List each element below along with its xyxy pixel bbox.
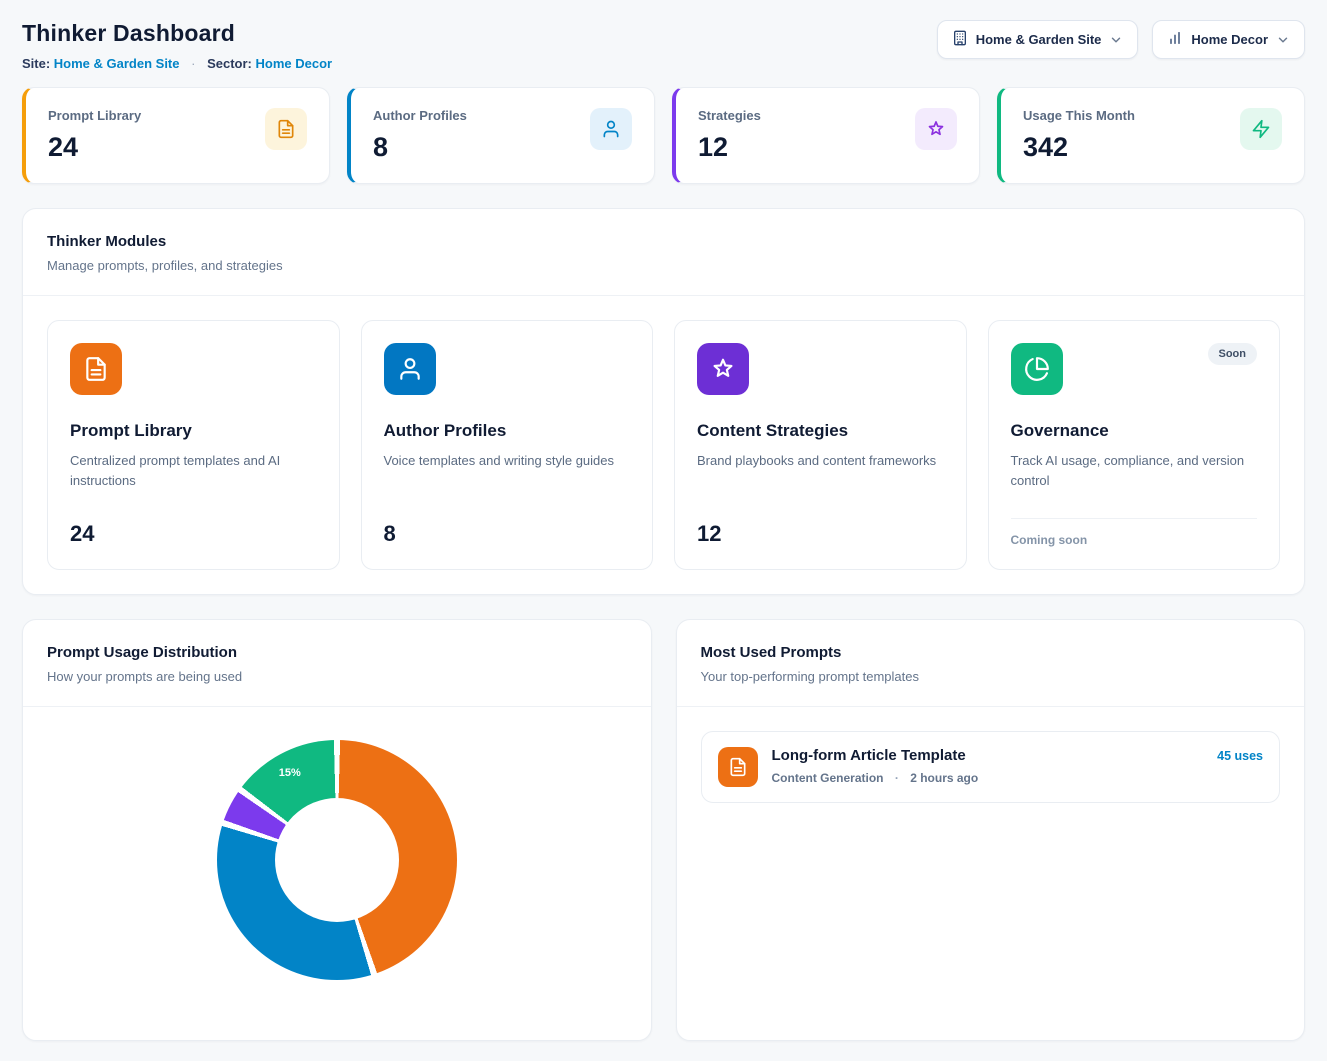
stat-label: Author Profiles (373, 108, 467, 123)
stat-value: 12 (698, 132, 761, 163)
stat-text: Usage This Month 342 (1023, 108, 1135, 163)
stat-card-author-profiles: Author Profiles 8 (347, 87, 655, 184)
module-title: Author Profiles (384, 421, 631, 441)
prompt-item-body: Long-form Article Template Content Gener… (772, 747, 1204, 785)
module-top (697, 343, 944, 395)
soon-badge: Soon (1208, 343, 1258, 365)
module-footer: Coming soon (1011, 518, 1258, 547)
stats-row: Prompt Library 24 Author Profiles 8 Stra… (22, 87, 1305, 184)
prompt-list-item[interactable]: Long-form Article Template Content Gener… (701, 731, 1281, 803)
stat-text: Prompt Library 24 (48, 108, 141, 163)
document-icon (718, 747, 758, 787)
site-selector-value: Home & Garden Site (976, 32, 1102, 47)
person-icon (590, 108, 632, 150)
sparkle-star-icon (915, 108, 957, 150)
usage-distribution-panel: Prompt Usage Distribution How your promp… (22, 619, 652, 1041)
module-top: Soon (1011, 343, 1258, 395)
divider (1011, 518, 1258, 519)
stat-value: 24 (48, 132, 141, 163)
modules-subtitle: Manage prompts, profiles, and strategies (47, 258, 1280, 273)
usage-title: Prompt Usage Distribution (47, 644, 627, 661)
top-bar: Thinker Dashboard Site: Home & Garden Si… (22, 20, 1305, 71)
pie-chart-icon (1011, 343, 1063, 395)
thinker-modules-panel: Thinker Modules Manage prompts, profiles… (22, 208, 1305, 595)
module-description: Brand playbooks and content frameworks (697, 451, 944, 471)
header-selectors: Home & Garden Site Home Decor (937, 20, 1305, 59)
stat-value: 8 (373, 132, 467, 163)
prompt-list: Long-form Article Template Content Gener… (677, 707, 1305, 827)
chevron-down-icon (1276, 33, 1290, 47)
site-link[interactable]: Home & Garden Site (54, 56, 180, 71)
stat-card-usage: Usage This Month 342 (997, 87, 1305, 184)
donut-chart-area: 15% (23, 740, 651, 1040)
module-description: Voice templates and writing style guides (384, 451, 631, 471)
lightning-icon (1240, 108, 1282, 150)
prompt-item-meta: Content Generation · 2 hours ago (772, 771, 1204, 785)
donut-chart: 15% (217, 740, 457, 980)
module-card-content-strategies[interactable]: Content Strategies Brand playbooks and c… (674, 320, 967, 570)
page-title: Thinker Dashboard (22, 20, 332, 47)
module-description: Centralized prompt templates and AI inst… (70, 451, 317, 491)
most-used-subtitle: Your top-performing prompt templates (701, 669, 1281, 684)
most-used-title: Most Used Prompts (701, 644, 1281, 661)
stat-text: Strategies 12 (698, 108, 761, 163)
sector-selector-value: Home Decor (1191, 32, 1268, 47)
stat-value: 342 (1023, 132, 1135, 163)
module-title: Content Strategies (697, 421, 944, 441)
usage-header: Prompt Usage Distribution How your promp… (23, 620, 651, 706)
header-left: Thinker Dashboard Site: Home & Garden Si… (22, 20, 332, 71)
prompt-category: Content Generation (772, 771, 884, 785)
bar-chart-icon (1167, 30, 1183, 49)
module-title: Prompt Library (70, 421, 317, 441)
usage-subtitle: How your prompts are being used (47, 669, 627, 684)
stat-card-strategies: Strategies 12 (672, 87, 980, 184)
stat-text: Author Profiles 8 (373, 108, 467, 163)
document-icon (70, 343, 122, 395)
site-selector-dropdown[interactable]: Home & Garden Site (937, 20, 1139, 59)
chevron-down-icon (1109, 33, 1123, 47)
coming-soon-text: Coming soon (1011, 533, 1258, 547)
prompt-item-title: Long-form Article Template (772, 747, 1204, 764)
most-used-header: Most Used Prompts Your top-performing pr… (677, 620, 1305, 706)
document-icon (265, 108, 307, 150)
module-description: Track AI usage, compliance, and version … (1011, 451, 1258, 491)
module-count: 8 (384, 521, 631, 547)
slice-percentage-label: 15% (279, 767, 301, 779)
modules-grid: Prompt Library Centralized prompt templa… (23, 296, 1304, 594)
bottom-row: Prompt Usage Distribution How your promp… (22, 619, 1305, 1041)
site-line: Site: Home & Garden Site · Sector: Home … (22, 56, 332, 71)
divider (23, 706, 651, 707)
modules-title: Thinker Modules (47, 233, 1280, 250)
most-used-prompts-panel: Most Used Prompts Your top-performing pr… (676, 619, 1306, 1041)
stat-label: Strategies (698, 108, 761, 123)
meta-separator: · (895, 771, 899, 785)
module-top (70, 343, 317, 395)
module-count: 24 (70, 521, 317, 547)
module-top (384, 343, 631, 395)
prompt-uses-count: 45 uses (1217, 749, 1263, 763)
person-icon (384, 343, 436, 395)
stat-label: Usage This Month (1023, 108, 1135, 123)
sector-link[interactable]: Home Decor (256, 56, 333, 71)
stat-card-prompt-library: Prompt Library 24 (22, 87, 330, 184)
site-label: Site: (22, 56, 50, 71)
sparkle-star-icon (697, 343, 749, 395)
stat-label: Prompt Library (48, 108, 141, 123)
sector-selector-dropdown[interactable]: Home Decor (1152, 20, 1305, 59)
dashboard-page: Thinker Dashboard Site: Home & Garden Si… (0, 0, 1327, 1061)
site-sector-separator: · (191, 56, 195, 71)
modules-header: Thinker Modules Manage prompts, profiles… (23, 209, 1304, 295)
module-count: 12 (697, 521, 944, 547)
module-card-governance[interactable]: Soon Governance Track AI usage, complian… (988, 320, 1281, 570)
sector-label: Sector: (207, 56, 252, 71)
module-title: Governance (1011, 421, 1258, 441)
module-card-author-profiles[interactable]: Author Profiles Voice templates and writ… (361, 320, 654, 570)
prompt-time: 2 hours ago (910, 771, 978, 785)
module-card-prompt-library[interactable]: Prompt Library Centralized prompt templa… (47, 320, 340, 570)
building-icon (952, 30, 968, 49)
